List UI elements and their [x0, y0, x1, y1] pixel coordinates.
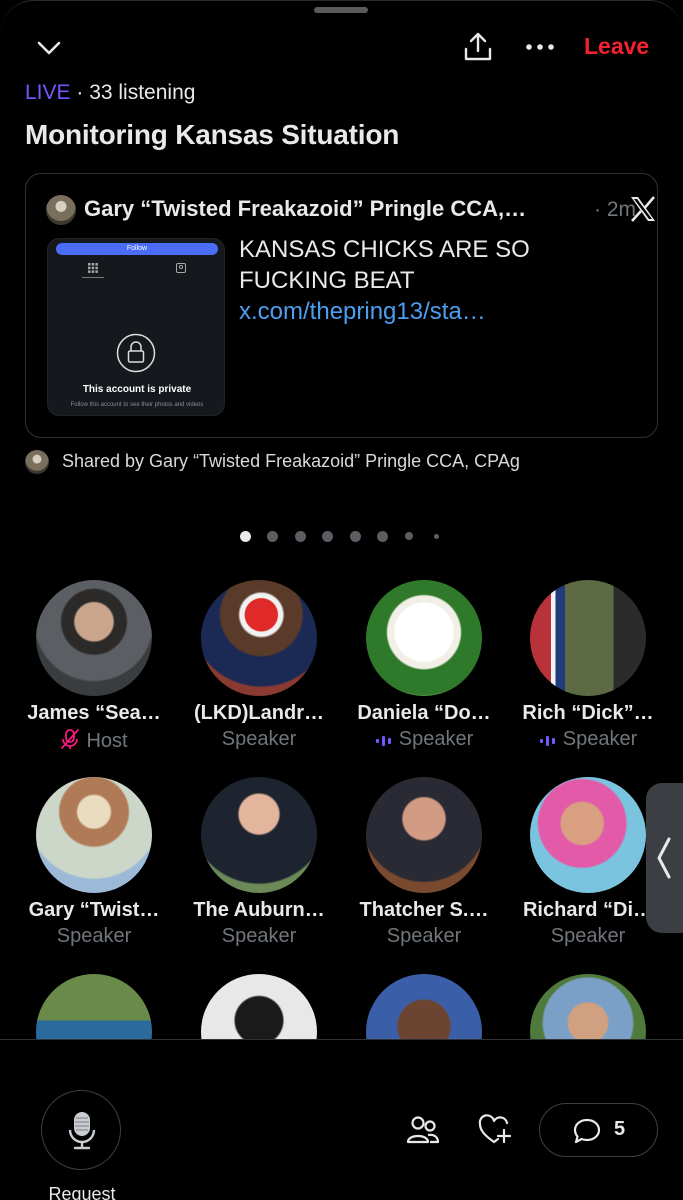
thumbnail-follow-button: Follow — [56, 243, 218, 255]
speaker-tile[interactable]: (LKD)Landr… Speaker — [177, 580, 341, 770]
speaker-tile[interactable]: Rich “Dick”… Speaker — [506, 580, 670, 770]
pager-dot[interactable] — [267, 530, 278, 542]
share-upload-icon[interactable] — [460, 29, 496, 65]
space-sheet: Leave LIVE · 33 listening Monitoring Kan… — [0, 0, 683, 1200]
speaker-role: Speaker — [12, 925, 176, 948]
microphone-icon — [68, 1112, 96, 1150]
speaker-role: Speaker — [506, 925, 670, 948]
lock-icon — [116, 333, 156, 373]
pager-dot[interactable] — [377, 530, 388, 542]
speaker-role-label: Speaker — [550, 925, 626, 947]
speaker-avatar[interactable] — [530, 777, 646, 893]
tagged-icon — [176, 263, 186, 273]
space-title: Monitoring Kansas Situation — [25, 119, 400, 150]
speaker-role: Speaker — [342, 728, 506, 751]
speaker-name: James “Sea… — [27, 702, 161, 724]
speaker-avatar[interactable] — [36, 777, 152, 893]
speaker-avatar[interactable] — [201, 777, 317, 893]
request-label: Request — [48, 1184, 116, 1200]
live-status: LIVE · 33 listening — [25, 81, 195, 105]
speaker-name: Daniela “Do… — [357, 702, 491, 724]
speaker-name: The Auburn… — [193, 899, 325, 921]
more-dots-icon[interactable] — [524, 37, 556, 57]
sheet-grabber[interactable] — [314, 7, 368, 13]
speaker-role-label: Speaker — [562, 728, 638, 750]
tab-underline — [82, 277, 104, 278]
post-text: KANSAS CHICKS ARE SO FUCKING BEAT x.com/… — [239, 234, 639, 327]
post-body: KANSAS CHICKS ARE SO FUCKING BEAT — [239, 236, 530, 294]
x-logo-icon — [631, 196, 655, 222]
bottom-bar: Request 5 — [0, 1039, 683, 1200]
listening-count: · 33 listening — [76, 81, 196, 104]
speaker-avatar[interactable] — [201, 580, 317, 696]
pinned-post-card[interactable]: Gary “Twisted Freakazoid” Pringle CCA,… … — [25, 173, 658, 438]
heart-plus-icon[interactable] — [478, 1114, 512, 1146]
pager-dot[interactable] — [434, 533, 439, 539]
post-author[interactable]: Gary “Twisted Freakazoid” Pringle CCA,… — [84, 196, 526, 222]
comments-button[interactable]: 5 — [539, 1103, 658, 1157]
speaker-name: Gary “Twist… — [28, 899, 160, 921]
speaker-role-label: Speaker — [398, 728, 474, 750]
grid-icon — [88, 263, 98, 273]
post-header: Gary “Twisted Freakazoid” Pringle CCA,… … — [46, 194, 655, 226]
people-icon[interactable] — [406, 1114, 440, 1146]
pager-dot[interactable] — [322, 530, 333, 542]
speaking-wave-icon — [539, 736, 555, 746]
comments-count: 5 — [614, 1118, 626, 1140]
top-bar: Leave — [0, 25, 683, 69]
speaker-avatar[interactable] — [366, 777, 482, 893]
request-button[interactable] — [41, 1090, 121, 1170]
speaker-role: Speaker — [342, 925, 506, 948]
mic-muted-icon — [61, 729, 80, 749]
comment-bubble-icon — [573, 1118, 601, 1144]
private-title: This account is private — [82, 384, 192, 395]
side-panel-tab[interactable] — [646, 783, 683, 933]
speaker-avatar[interactable] — [366, 580, 482, 696]
speaker-tile[interactable]: James “Sea… Host — [12, 580, 176, 770]
shared-by-text: Shared by Gary “Twisted Freakazoid” Prin… — [62, 451, 520, 471]
shared-by-row: Shared by Gary “Twisted Freakazoid” Prin… — [25, 449, 665, 477]
pager-dot[interactable] — [405, 532, 413, 540]
chevron-down-icon[interactable] — [34, 33, 64, 63]
speaker-role-label: Speaker — [221, 925, 297, 947]
post-link[interactable]: x.com/thepring13/sta… — [239, 298, 486, 325]
pager-dot[interactable] — [240, 530, 251, 542]
chevron-left-icon — [657, 837, 671, 879]
speaker-avatar[interactable] — [36, 580, 152, 696]
pager-dot[interactable] — [350, 530, 361, 542]
speaker-role: Speaker — [506, 728, 670, 751]
speaker-avatar[interactable] — [530, 580, 646, 696]
speaker-tile[interactable]: The Auburn… Speaker — [177, 777, 341, 967]
private-subtitle: Follow this account to see their photos … — [70, 402, 204, 408]
author-avatar[interactable] — [46, 195, 76, 225]
speaker-role: Host — [12, 728, 176, 753]
live-label: LIVE — [25, 81, 71, 104]
speaker-name: Thatcher S.… — [359, 899, 489, 921]
speaker-name: Rich “Dick”… — [522, 702, 654, 724]
speaker-role: Speaker — [177, 925, 341, 948]
speaker-tile[interactable]: Gary “Twist… Speaker — [12, 777, 176, 967]
speaker-tile[interactable]: Daniela “Do… Speaker — [342, 580, 506, 770]
speaking-wave-icon — [375, 736, 391, 746]
speaker-role-label: Speaker — [56, 925, 132, 947]
speaker-role-label: Speaker — [386, 925, 462, 947]
sharer-avatar[interactable] — [25, 450, 49, 474]
post-thumbnail[interactable]: Follow This account is private Follow th… — [47, 238, 225, 416]
speaker-tile[interactable]: Thatcher S.… Speaker — [342, 777, 506, 967]
speaker-role-label: Speaker — [221, 728, 297, 750]
leave-button[interactable]: Leave — [584, 33, 649, 60]
speaker-name: (LKD)Landr… — [194, 702, 324, 724]
speaker-role-label: Host — [86, 730, 128, 752]
pager-dot[interactable] — [295, 530, 306, 542]
speaker-role: Speaker — [177, 728, 341, 751]
